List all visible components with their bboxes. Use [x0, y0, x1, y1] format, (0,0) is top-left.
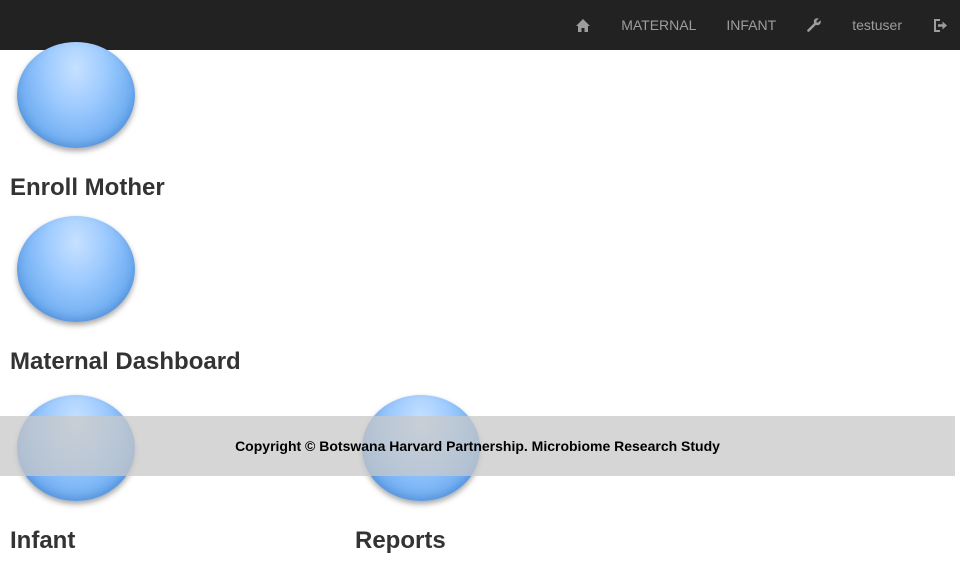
infant-label[interactable]: Infant: [10, 527, 75, 555]
main-content: Enroll Mother Maternal Dashboard Infant …: [0, 42, 960, 564]
maternal-dashboard-orb-icon[interactable]: [17, 216, 135, 322]
maternal-dashboard-label[interactable]: Maternal Dashboard: [10, 348, 241, 376]
enroll-mother-label[interactable]: Enroll Mother: [10, 174, 165, 202]
footer: Copyright © Botswana Harvard Partnership…: [0, 416, 955, 476]
enroll-mother-orb-icon[interactable]: [17, 42, 135, 148]
top-navbar: MATERNAL INFANT testuser: [0, 0, 960, 50]
copyright-text: Copyright © Botswana Harvard Partnership…: [235, 438, 720, 454]
wrench-icon: [807, 18, 821, 32]
user-menu[interactable]: testuser: [852, 0, 902, 50]
logout-link[interactable]: [932, 0, 948, 50]
nav-maternal[interactable]: MATERNAL: [621, 0, 696, 50]
logout-icon: [934, 18, 947, 32]
admin-link[interactable]: [806, 0, 822, 50]
home-icon: [576, 18, 591, 32]
tile-maternal-dashboard[interactable]: Maternal Dashboard: [0, 210, 300, 385]
nav-infant[interactable]: INFANT: [726, 0, 776, 50]
home-link[interactable]: [575, 0, 591, 50]
tile-enroll-mother[interactable]: Enroll Mother: [0, 42, 300, 210]
reports-label[interactable]: Reports: [355, 527, 446, 555]
